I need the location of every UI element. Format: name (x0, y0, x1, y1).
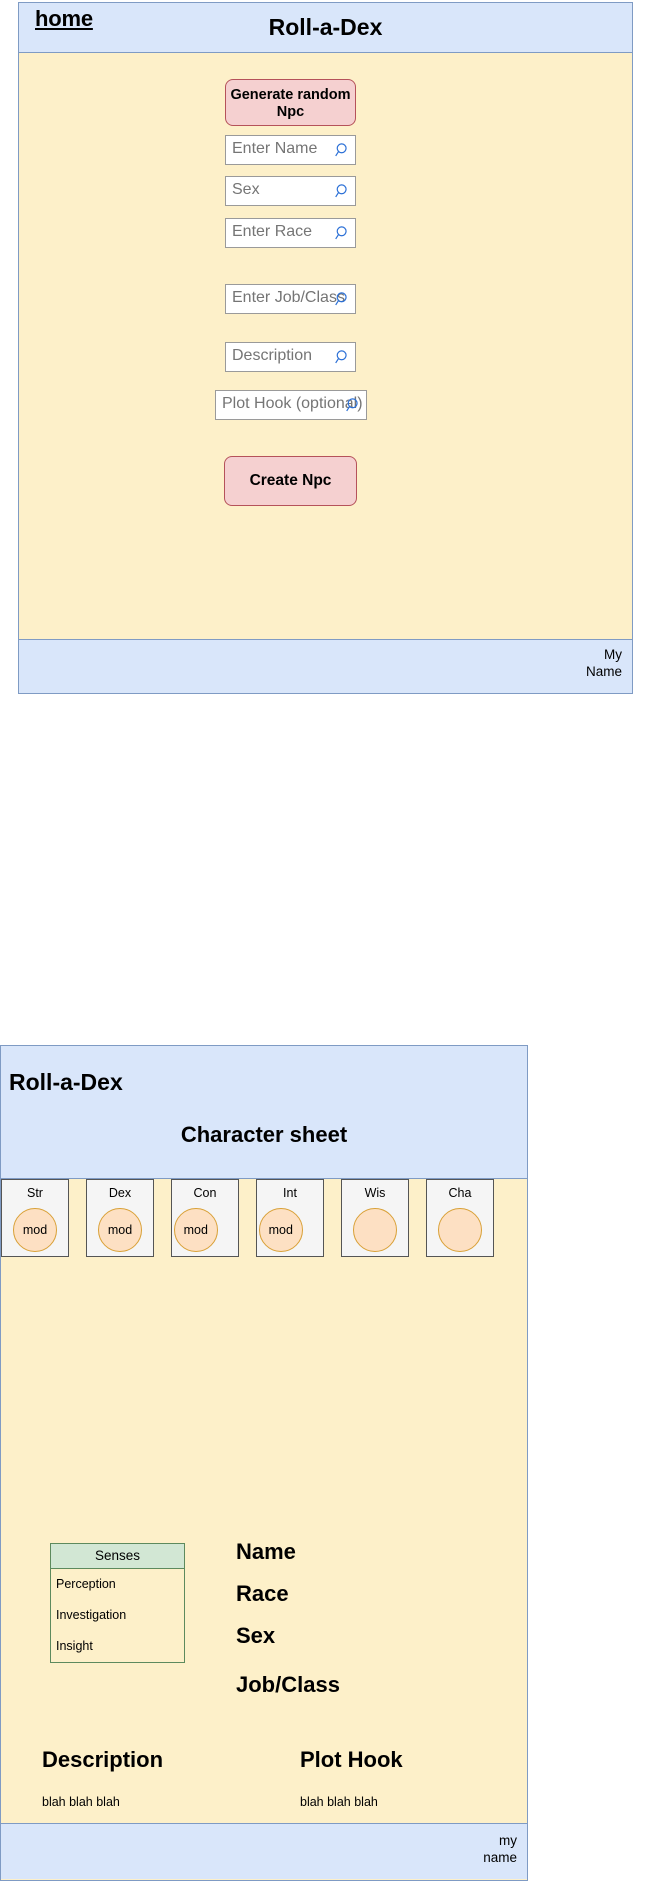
sheet-header: Roll-a-Dex Character sheet (1, 1046, 527, 1179)
ability-modifier[interactable]: mod (173, 1208, 218, 1252)
ability-modifier[interactable] (353, 1208, 397, 1252)
character-job-class: Job/Class (236, 1672, 340, 1697)
app-title: Roll-a-Dex (268, 14, 383, 40)
ability-label: Dex (108, 1186, 132, 1200)
sheet-footer-line1: my (499, 1833, 517, 1848)
race-input-placeholder: Enter Race (232, 223, 313, 240)
creator-header: home Roll-a-Dex (19, 3, 632, 53)
sheet-brand: Roll-a-Dex (9, 1069, 123, 1095)
creator-footer-credit: My Name (586, 647, 622, 681)
ability-label: Con (193, 1186, 217, 1200)
sheet-footer-credit: my name (483, 1833, 517, 1867)
ability-modifier[interactable]: mod (13, 1208, 57, 1252)
sheet-footer: my name (1, 1823, 527, 1879)
senses-table-header: Senses (51, 1544, 184, 1569)
ability-box-cha[interactable]: Cha (426, 1179, 494, 1257)
search-icon[interactable] (334, 289, 351, 309)
character-sex: Sex (236, 1623, 276, 1648)
name-input-placeholder: Enter Name (232, 140, 318, 157)
screenshot-root: home Roll-a-Dex Generate random Npc Ente… (0, 0, 651, 1881)
race-input[interactable]: Enter Race (225, 218, 356, 248)
senses-row-insight: Insight (56, 1639, 93, 1653)
sheet-body: Senses Perception Investigation Insight … (1, 1257, 527, 1823)
ability-modifier[interactable]: mod (98, 1208, 142, 1252)
sheet-footer-line2: name (483, 1849, 517, 1865)
ability-box-dex[interactable]: Dex mod (86, 1179, 154, 1257)
search-icon[interactable] (334, 347, 351, 367)
ability-box-con[interactable]: Con mod (171, 1179, 239, 1257)
character-race: Race (236, 1581, 289, 1606)
search-icon[interactable] (334, 140, 351, 160)
ability-label: Int (283, 1186, 297, 1200)
creator-body: Generate random Npc Enter Name Sex Enter… (19, 53, 632, 639)
description-heading: Description (42, 1747, 164, 1772)
description-input-placeholder: Description (232, 347, 313, 364)
ability-label: Cha (448, 1186, 472, 1200)
create-npc-button[interactable]: Create Npc (224, 456, 357, 506)
search-icon[interactable] (334, 223, 351, 243)
ability-box-str[interactable]: Str mod (1, 1179, 69, 1257)
character-sheet-card: Roll-a-Dex Character sheet Str mod Dex m… (0, 1045, 528, 1881)
job-class-input-placeholder: Enter Job/Class (232, 289, 345, 306)
ability-label: Wis (364, 1186, 386, 1200)
senses-table: Senses Perception Investigation Insight (50, 1543, 185, 1663)
description-input[interactable]: Description (225, 342, 356, 372)
ability-modifier[interactable] (438, 1208, 482, 1252)
description-text: blah blah blah (42, 1795, 120, 1809)
sheet-title: Character sheet (180, 1122, 348, 1147)
plot-hook-text: blah blah blah (300, 1795, 378, 1809)
plot-hook-input-placeholder: Plot Hook (optional) (222, 395, 363, 412)
sex-input[interactable]: Sex (225, 176, 356, 206)
senses-row-perception: Perception (56, 1577, 116, 1591)
plot-hook-input[interactable]: Plot Hook (optional) (215, 390, 367, 420)
plot-hook-heading: Plot Hook (300, 1747, 403, 1772)
character-name: Name (236, 1539, 296, 1564)
sex-input-placeholder: Sex (232, 181, 260, 198)
search-icon[interactable] (334, 181, 351, 201)
generate-random-npc-button[interactable]: Generate random Npc (225, 79, 356, 126)
description-block: Description blah blah blah (42, 1747, 163, 1809)
plot-hook-block: Plot Hook blah blah blah (300, 1747, 403, 1809)
ability-box-int[interactable]: Int mod (256, 1179, 324, 1257)
ability-label: Str (27, 1186, 43, 1200)
job-class-input[interactable]: Enter Job/Class (225, 284, 356, 314)
search-icon[interactable] (345, 395, 362, 415)
creator-footer-line1: My (604, 647, 622, 662)
senses-row-investigation: Investigation (56, 1608, 127, 1622)
ability-scores-row: Str mod Dex mod Con mod Int mod Wis Cha (1, 1179, 527, 1257)
creator-footer-line2: Name (585, 663, 622, 679)
creator-footer: My Name (19, 639, 632, 693)
npc-creator-card: home Roll-a-Dex Generate random Npc Ente… (18, 2, 633, 694)
ability-modifier[interactable]: mod (258, 1208, 303, 1252)
ability-box-wis[interactable]: Wis (341, 1179, 409, 1257)
name-input[interactable]: Enter Name (225, 135, 356, 165)
